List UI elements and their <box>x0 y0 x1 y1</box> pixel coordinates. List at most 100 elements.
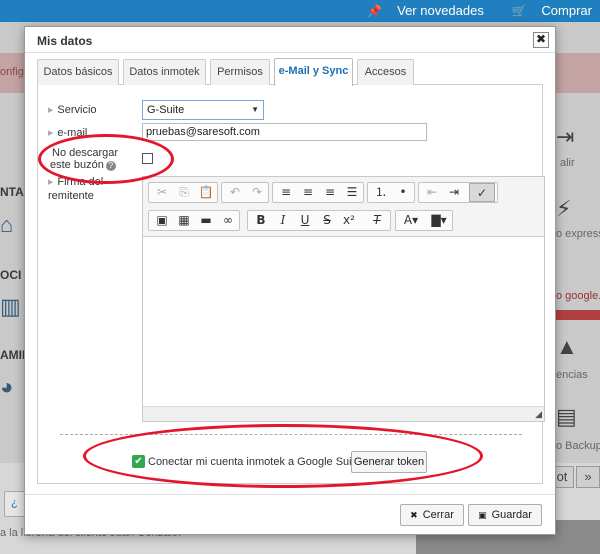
firma-label: ▶ Firma del remitente <box>48 176 103 202</box>
align-group: ≡ ≡ ≡ ☰ <box>272 182 364 203</box>
history-group: ↶ ↷ <box>221 182 269 203</box>
map-icon: ▥ <box>0 294 21 319</box>
bullet-icon: ▶ <box>48 130 54 137</box>
clipboard-group: ✂ ⎘ 📋 <box>148 182 218 203</box>
backup-icon: ▤ <box>556 404 577 429</box>
generar-token-button[interactable]: Generar token <box>351 451 427 473</box>
tab-email-sync[interactable]: e-Mail y Sync <box>274 58 353 86</box>
background-text: alir <box>560 157 575 169</box>
paste-icon[interactable]: 📋 <box>195 183 217 202</box>
no-descargar-label-line2: este buzón? <box>50 159 118 171</box>
google-connect-label: Conectar mi cuenta inmotek a Google Suit… <box>148 456 361 468</box>
editor-statusbar: ◢ <box>143 406 544 421</box>
insert-group: ▣ ▦ ▬ ∞ <box>148 210 240 231</box>
servicio-selected-value: G-Suite <box>147 104 185 116</box>
servicio-select[interactable]: G-Suite ▼ <box>142 100 264 120</box>
superscript-icon[interactable]: x² <box>338 211 360 230</box>
logout-icon: ⇥ <box>556 124 575 149</box>
bulleted-list-icon[interactable]: • <box>392 183 414 202</box>
horizontal-line-icon[interactable]: ▬ <box>195 211 217 230</box>
chevron-down-icon: ▼ <box>251 105 259 114</box>
no-descargar-checkbox[interactable] <box>142 153 153 164</box>
background-bottom-tab-label: ¿ <box>11 497 18 509</box>
no-descargar-label-line1: No descargar <box>52 147 119 159</box>
firma-editor-content[interactable] <box>143 238 544 406</box>
color-group: A▾ ▇▾ <box>395 210 453 231</box>
cart-icon: 🛒 <box>511 4 527 18</box>
cerrar-button[interactable]: ✖ Cerrar <box>400 504 464 526</box>
background-alert-strip-right <box>556 53 600 93</box>
email-label: ▶ e-mail <box>48 127 88 139</box>
no-descargar-label: No descargar este buzón? <box>50 147 119 171</box>
numbered-list-icon[interactable]: ⒈ <box>370 183 392 202</box>
google-connect-checkbox[interactable]: ✔ <box>132 455 145 468</box>
background-text: o Backup <box>556 440 600 452</box>
undo-icon[interactable]: ↶ <box>224 183 246 202</box>
indent-icon[interactable]: ⇥ <box>443 183 465 202</box>
firma-label-line2: remitente <box>48 190 94 202</box>
list-group: ⒈ • <box>367 182 415 203</box>
copy-icon[interactable]: ⎘ <box>173 183 195 202</box>
close-icon: ✖ <box>410 510 418 520</box>
comprar-link[interactable]: 🛒 Comprar <box>499 3 592 18</box>
align-left-icon[interactable]: ≡ <box>275 183 297 202</box>
background-text: o google. <box>556 290 600 302</box>
background-text: o express <box>556 228 600 240</box>
dialog-header: Mis datos ✖ <box>25 27 555 53</box>
underline-icon[interactable]: U <box>294 211 316 230</box>
firma-label-line1: ▶ Firma del <box>48 176 104 188</box>
strikethrough-icon[interactable]: S <box>316 211 338 230</box>
redo-icon[interactable]: ↷ <box>246 183 268 202</box>
home-icon: ⌂ <box>0 212 14 237</box>
tab-datos-inmotek[interactable]: Datos inmotek <box>123 59 206 85</box>
image-icon[interactable]: ▣ <box>151 211 173 230</box>
spellcheck-icon[interactable]: ✓ <box>469 183 495 202</box>
tab-permisos[interactable]: Permisos <box>210 59 270 85</box>
firma-editor: ✂ ⎘ 📋 ↶ ↷ ≡ ≡ ≡ ☰ ⒈ • ⇤ ⇥ ✓ ▣ ▦ ▬ ∞ B I … <box>142 176 545 422</box>
format-group: B I U S x² T̶ <box>247 210 391 231</box>
email-sync-panel: ▶Servicio G-Suite ▼ ▶e-mail No descargar… <box>37 85 545 484</box>
dialog-footer: ✖ Cerrar ▣ Guardar <box>25 494 555 534</box>
link-icon[interactable]: ∞ <box>217 211 239 230</box>
mis-datos-dialog: Mis datos ✖ Datos básicos Datos inmotek … <box>24 26 556 535</box>
pin-icon: 📌 <box>367 4 383 18</box>
align-justify-icon[interactable]: ☰ <box>341 183 363 202</box>
background-text: encias <box>556 369 588 381</box>
background-heading: NTA <box>0 185 24 199</box>
tab-datos-basicos[interactable]: Datos básicos <box>37 59 119 85</box>
lightning-icon: ⚡ <box>556 196 572 221</box>
background-color-icon[interactable]: ▇▾ <box>426 211 452 230</box>
pie-chart-icon: ◕ <box>0 374 14 399</box>
ver-novedades-link[interactable]: 📌 Ver novedades <box>355 3 484 18</box>
help-icon[interactable]: ? <box>105 161 116 171</box>
save-icon: ▣ <box>478 510 487 520</box>
align-center-icon[interactable]: ≡ <box>297 183 319 202</box>
clear-format-icon[interactable]: T̶ <box>366 211 388 230</box>
background-red-bar <box>556 310 600 320</box>
outdent-icon[interactable]: ⇤ <box>421 183 443 202</box>
align-right-icon[interactable]: ≡ <box>319 183 341 202</box>
background-text: onfig <box>0 66 24 78</box>
background-heading: OCI <box>0 268 22 282</box>
topbar-links: 📌 Ver novedades 🛒 Comprar <box>343 3 592 18</box>
section-divider <box>60 434 522 435</box>
cut-icon[interactable]: ✂ <box>151 183 173 202</box>
bullet-icon: ▶ <box>48 107 54 114</box>
resize-handle-icon[interactable]: ◢ <box>535 409 542 420</box>
guardar-button[interactable]: ▣ Guardar <box>468 504 542 526</box>
editor-toolbar: ✂ ⎘ 📋 ↶ ↷ ≡ ≡ ≡ ☰ ⒈ • ⇤ ⇥ ✓ ▣ ▦ ▬ ∞ B I … <box>143 177 544 237</box>
italic-icon[interactable]: I <box>272 211 294 230</box>
email-input[interactable] <box>142 123 427 141</box>
tab-accesos[interactable]: Accesos <box>357 59 414 85</box>
top-navigation-bar: 📌 Ver novedades 🛒 Comprar <box>0 0 600 22</box>
dialog-title: Mis datos <box>37 34 93 48</box>
bullet-icon: ▶ <box>48 179 54 186</box>
warning-icon: ▲ <box>556 334 578 359</box>
servicio-label: ▶ Servicio <box>48 104 97 116</box>
background-pager-next: » <box>576 466 600 488</box>
dialog-tabs: Datos básicos Datos inmotek Permisos e-M… <box>37 58 543 86</box>
close-icon[interactable]: ✖ <box>533 32 549 48</box>
text-color-icon[interactable]: A▾ <box>398 211 424 230</box>
table-icon[interactable]: ▦ <box>173 211 195 230</box>
bold-icon[interactable]: B <box>250 211 272 230</box>
